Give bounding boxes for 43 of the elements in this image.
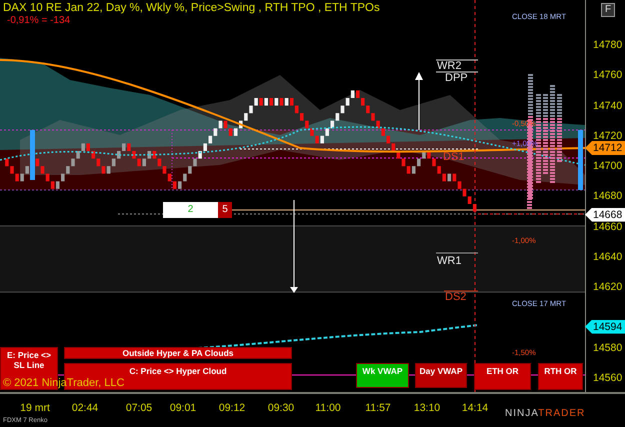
time-label: 09:01 [170,401,196,416]
up-count: 2 [163,202,218,218]
signal-label: RTH OR [538,363,583,390]
price-tag: 14594 [585,320,625,334]
price-label: 14740 [593,100,622,112]
down-count: 5 [218,202,232,218]
price-label: 14620 [593,281,622,294]
price-tag: 14712 [585,140,625,155]
price-label: 14660 [593,220,622,233]
range-marker [30,130,35,180]
signal-label: Outside Hyper & PA Clouds [64,347,292,359]
price-label: 14560 [593,372,622,384]
format-button[interactable]: F [601,3,615,17]
time-label: 13:10 [414,401,440,416]
signal-label: Day VWAP [415,363,467,388]
time-label: 09:12 [218,401,246,416]
support-label: DS2 [445,292,466,303]
change-readout: -0,91% = -134 [7,15,70,27]
time-label: 19 mrt [20,401,50,416]
time-label: 07:05 [126,401,152,416]
price-label: 14580 [593,342,622,354]
range-marker [578,130,583,190]
level-label: WR1 [437,256,462,266]
level-label: DPP [445,73,468,83]
price-label: 14760 [593,69,622,82]
logo-text: NINJATRADER [505,407,586,421]
time-label: 11:57 [365,401,391,416]
price-label: 14640 [593,250,622,263]
signal-label: Wk VWAP [356,363,409,388]
level-label: WR2 [437,61,462,71]
signal-label: ETH OR [474,363,531,390]
time-label: 11:00 [315,401,341,416]
price-label: 14780 [593,39,622,51]
price-label: 14720 [593,130,622,142]
price-tag: 14668 [585,208,625,222]
time-label: 09:30 [268,401,294,416]
price-label: 14680 [593,190,622,202]
support-label: DS1 [443,152,464,163]
time-label: 02:44 [72,401,98,416]
up-arrow [415,72,423,130]
time-label: 14:14 [462,401,488,416]
price-label: 14700 [593,160,622,172]
chart-title: DAX 10 RE Jan 22, Day %, Wkly %, Price>Swing , RTH TPO , ETH TPOs [3,2,380,15]
